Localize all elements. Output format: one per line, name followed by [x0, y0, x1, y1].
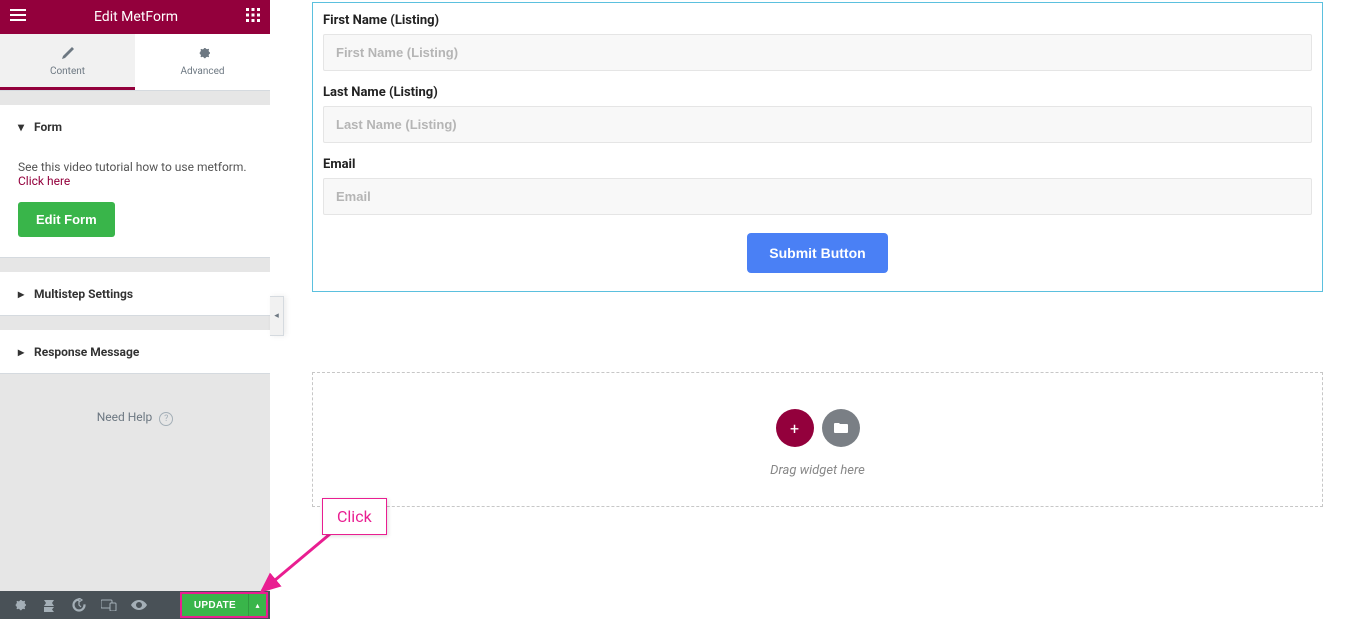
settings-icon[interactable] [4, 591, 34, 619]
section-response-label: Response Message [34, 345, 139, 359]
field-first-name: First Name (Listing) [323, 13, 1312, 71]
tutorial-text: See this video tutorial how to use metfo… [18, 160, 247, 174]
field-email: Email [323, 157, 1312, 215]
section-multistep-header[interactable]: ▸ Multistep Settings [0, 273, 270, 315]
need-help-label: Need Help [97, 410, 153, 424]
tab-advanced-label: Advanced [180, 66, 224, 77]
first-name-input[interactable] [323, 34, 1312, 71]
editor-canvas: First Name (Listing) Last Name (Listing)… [270, 0, 1365, 619]
email-label: Email [323, 157, 1312, 172]
plus-icon: + [790, 419, 799, 438]
tab-content[interactable]: Content [0, 34, 135, 90]
section-form-header[interactable]: ▾ Form [0, 106, 270, 148]
section-response-header[interactable]: ▸ Response Message [0, 331, 270, 373]
section-multistep: ▸ Multistep Settings [0, 272, 270, 316]
sidebar-header: Edit MetForm [0, 0, 270, 34]
drop-hint: Drag widget here [313, 463, 1322, 478]
widgets-grid-icon[interactable] [246, 8, 260, 26]
hamburger-icon[interactable] [10, 9, 26, 25]
folder-icon [834, 419, 848, 438]
annotation-click-label: Click [322, 498, 387, 535]
last-name-input[interactable] [323, 106, 1312, 143]
gear-icon [135, 46, 270, 60]
chevron-down-icon: ▾ [18, 120, 24, 134]
chevron-right-icon: ▸ [18, 345, 24, 359]
update-button-group: UPDATE ▴ [182, 594, 266, 616]
email-input[interactable] [323, 178, 1312, 215]
section-form: ▾ Form See this video tutorial how to us… [0, 105, 270, 258]
navigator-icon[interactable] [34, 591, 64, 619]
tab-bar: Content Advanced [0, 34, 270, 91]
add-section-button[interactable]: + [776, 409, 814, 447]
panel-title: Edit MetForm [94, 9, 178, 25]
section-response: ▸ Response Message [0, 330, 270, 374]
sidebar: Edit MetForm Content Advanced ▾ Form See… [0, 0, 270, 619]
update-button[interactable]: UPDATE [182, 594, 248, 616]
last-name-label: Last Name (Listing) [323, 85, 1312, 100]
need-help[interactable]: Need Help ? [0, 374, 270, 426]
section-form-label: Form [34, 120, 62, 134]
pencil-icon [0, 46, 135, 60]
footer-bar: UPDATE ▴ [0, 591, 270, 619]
metform-widget[interactable]: First Name (Listing) Last Name (Listing)… [312, 2, 1323, 292]
tab-content-label: Content [50, 66, 85, 77]
update-dropdown-button[interactable]: ▴ [248, 594, 266, 616]
tab-advanced[interactable]: Advanced [135, 34, 270, 90]
preview-icon[interactable] [124, 591, 154, 619]
history-icon[interactable] [64, 591, 94, 619]
edit-form-button[interactable]: Edit Form [18, 202, 115, 237]
chevron-right-icon: ▸ [18, 287, 24, 301]
template-library-button[interactable] [822, 409, 860, 447]
first-name-label: First Name (Listing) [323, 13, 1312, 28]
section-multistep-label: Multistep Settings [34, 287, 133, 301]
tutorial-link[interactable]: Click here [18, 174, 252, 188]
submit-button[interactable]: Submit Button [747, 233, 887, 273]
help-icon: ? [159, 412, 173, 426]
responsive-icon[interactable] [94, 591, 124, 619]
field-last-name: Last Name (Listing) [323, 85, 1312, 143]
drop-zone[interactable]: + Drag widget here [312, 372, 1323, 507]
section-form-body: See this video tutorial how to use metfo… [0, 148, 270, 257]
